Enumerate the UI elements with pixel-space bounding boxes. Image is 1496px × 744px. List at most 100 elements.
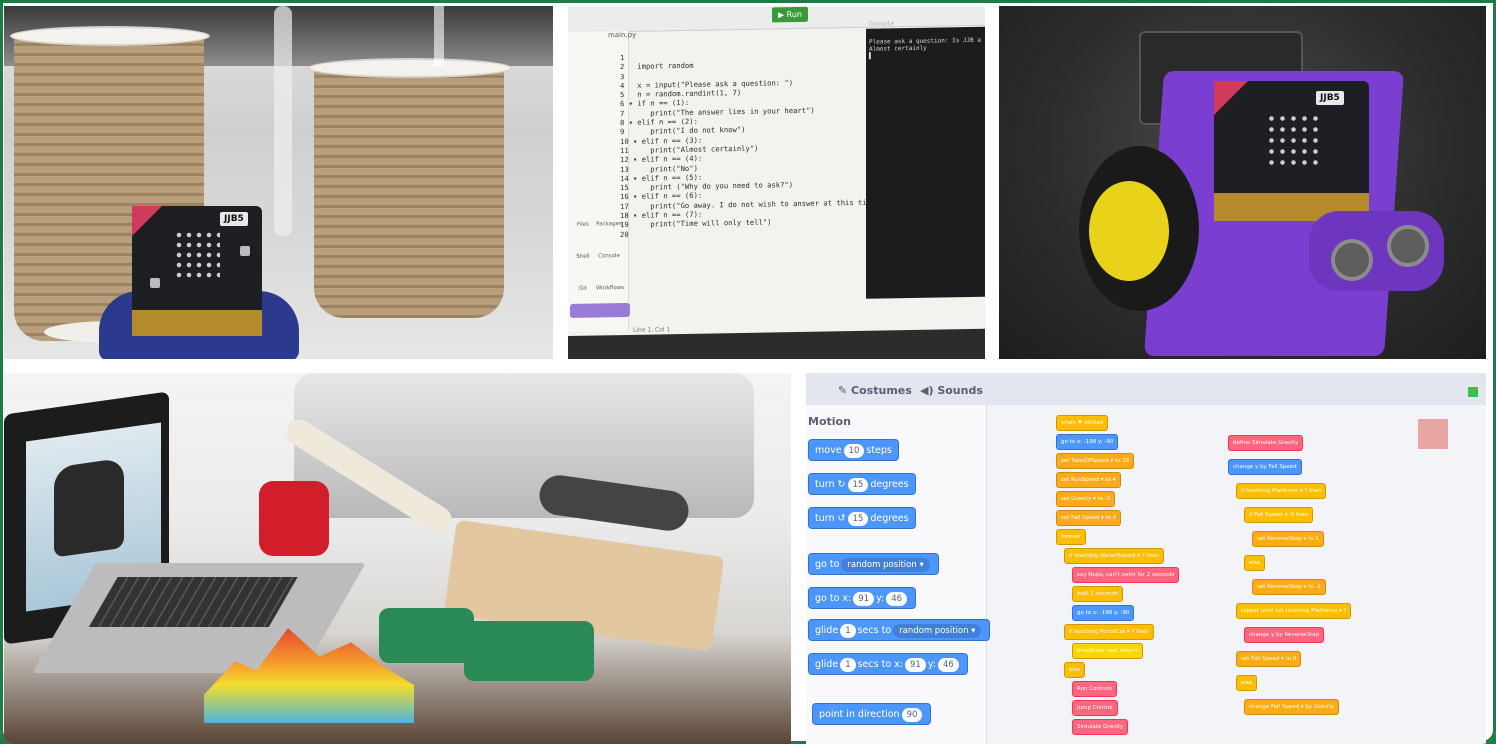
script-block[interactable]: repeat until not touching Platforms ▾ ? [1236,603,1352,619]
sidebar-item-workflows[interactable]: Workflows [596,285,624,291]
block-glide-xy[interactable]: glide 1 secs to x: 91 y: 46 [808,653,968,675]
editor-screen: ▶ Run Files Packages Shell Console Git W… [568,6,985,336]
microbit-logo-corner [1214,81,1248,115]
script-block[interactable]: if Fall Speed < 0 then [1244,507,1314,523]
robot-chip-label: JJB5 [1316,91,1344,105]
sidebar-item-packages[interactable]: Packages [596,221,622,227]
collage-frame: JJB5 ▶ Run Files Packages Shell Console … [0,0,1496,744]
block-input[interactable]: 10 [843,443,865,458]
wheel [1079,146,1199,311]
block-point-direction[interactable]: point in direction 90 [812,703,932,725]
block-goto-random[interactable]: go to random position ▾ [808,553,939,575]
robot-microbit: JJB5 [1214,81,1369,221]
editor-tab[interactable]: main.py [608,31,636,44]
stage-thumbnail[interactable] [1418,419,1448,449]
block-text: point in direction [819,709,900,720]
block-input[interactable]: 91 [853,591,875,606]
block-turn-right[interactable]: turn ↻ 15 degrees [808,473,916,495]
script-block[interactable]: go to x: -198 y: -90 [1056,434,1119,450]
block-text: go to x: [815,593,852,604]
block-text: glide [815,659,839,670]
sidebar-item-shell[interactable]: Shell [570,254,596,260]
tab-costumes[interactable]: ✎ Costumes [828,379,922,403]
block-input[interactable]: 15 [847,511,869,526]
tab-sounds[interactable]: ◀) Sounds [910,379,993,403]
block-text: move [815,445,842,456]
button-b [240,246,250,256]
block-input[interactable]: 91 [904,657,926,672]
script-block[interactable]: forever [1056,529,1086,545]
photo-robot: JJB5 [999,6,1486,359]
script-block[interactable]: set ReverseStep ▾ to -1 [1252,579,1326,595]
console-output: Please ask a question: Is JJB a great pl… [869,36,985,60]
block-text: turn ↺ [815,513,846,524]
block-glide-random[interactable]: glide 1 secs to random position ▾ [808,619,991,641]
block-goto-xy[interactable]: go to x: 91 y: 46 [808,587,917,609]
cup-right-rim [308,58,512,78]
console-panel: Console Please ask a question: Is JJB a … [866,20,985,299]
block-input[interactable]: 15 [847,477,869,492]
script-block[interactable]: else [1244,555,1266,571]
cell-model-right [464,621,594,681]
led-matrix [1266,113,1318,171]
script-block[interactable]: else [1236,675,1258,691]
microbit-logo-corner [132,206,162,236]
sidebar-item-console[interactable]: Console [596,253,622,259]
script-block[interactable]: go to x: -198 y: -90 [1072,605,1135,621]
block-text: y: [927,659,936,670]
block-input[interactable]: 1 [840,657,856,672]
script-block[interactable]: change y by Fall Speed [1228,459,1302,475]
block-turn-left[interactable]: turn ↺ 15 degrees [808,507,916,529]
script-block[interactable]: change y by ReverseStep [1244,627,1325,643]
led-matrix [174,230,220,282]
run-button[interactable]: ▶ Run [772,6,808,23]
sidebar-item-files[interactable]: Files [570,222,596,228]
photo-scratch-editor: ✎ Costumes ◀) Sounds Motion move 10 steps … [806,373,1486,744]
block-dropdown[interactable]: random position ▾ [841,557,930,572]
block-text: go to [815,559,840,570]
block-input[interactable]: 46 [937,657,959,672]
photo-3d-printing [4,373,791,744]
script-block[interactable]: say Nope, can't swim for 2 seconds [1072,567,1180,583]
script-block[interactable]: if touching WaterHazard ▾ ? then [1064,548,1165,564]
green-flag-icon[interactable] [1468,387,1478,397]
character-model [54,457,124,558]
script-block[interactable]: set Fall Speed ▾ to 0 [1236,651,1302,667]
block-input[interactable]: 1 [840,623,856,638]
wheel-hub [1089,181,1169,281]
script-block[interactable]: change Fall Speed ▾ by Gravity [1244,699,1339,715]
block-text: glide [815,625,839,636]
sidebar-item-git[interactable]: Git [570,286,596,292]
3d-printer [294,373,754,518]
script-block[interactable]: else [1064,662,1086,678]
code-area[interactable]: 12 import random 3 4 x = input("Please ask… [620,48,888,239]
block-text: secs to x: [857,659,903,670]
script-block[interactable]: Run Controls [1072,681,1118,697]
script-block[interactable]: define Simulate Gravity [1228,435,1304,451]
script-block[interactable]: wait 1 seconds [1072,586,1124,602]
script-block[interactable]: set Gravity ▾ to -2 [1056,491,1116,507]
script-block[interactable]: Simulate Gravity [1072,719,1129,735]
cell-model-left [379,608,474,663]
script-block[interactable]: when ⚑ clicked [1056,415,1109,431]
block-text: y: [876,593,885,604]
script-block[interactable]: broadcast next level ▾ [1072,643,1143,659]
costumes-icon: ✎ [838,384,852,397]
block-move[interactable]: move 10 steps [808,439,899,461]
block-dropdown[interactable]: random position ▾ [893,623,982,638]
block-input[interactable]: 46 [886,591,908,606]
tab-sounds-label: Sounds [937,384,983,397]
script-block[interactable]: set RunSpeed ▾ to 4 [1056,472,1121,488]
script-block[interactable]: Jump Control [1072,700,1118,716]
microbit-board: JJB5 [132,206,262,336]
script-block[interactable]: set ReverseStep ▾ to 1 [1252,531,1324,547]
block-text: secs to [857,625,892,636]
category-title: Motion [808,415,851,428]
script-block[interactable]: set TakeOffSpeed ▾ to 15 [1056,453,1135,469]
block-input[interactable]: 90 [901,707,923,722]
script-block[interactable]: if touching Platforms ▾ ? then [1236,483,1327,499]
cup-right [314,68,504,318]
console-tab[interactable]: Console [869,20,894,27]
script-block[interactable]: if touching PortalCat ▾ ? then [1064,624,1154,640]
script-block[interactable]: set Fall Speed ▾ to 0 [1056,510,1122,526]
